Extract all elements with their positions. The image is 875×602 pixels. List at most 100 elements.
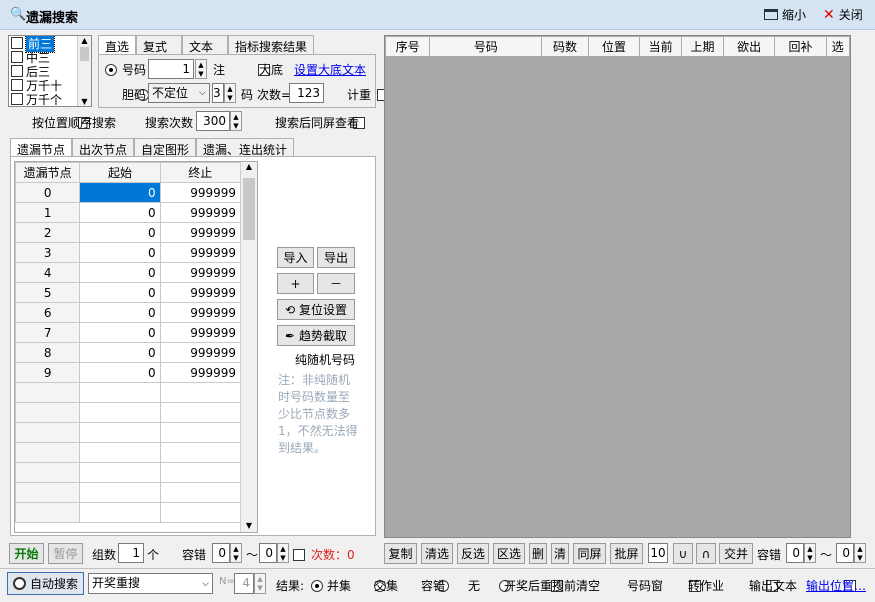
mode-select[interactable]: 开奖重搜 ⌵ xyxy=(88,573,213,594)
result-col-header[interactable]: 选 xyxy=(825,36,851,57)
node-cell[interactable]: 8 xyxy=(15,342,81,363)
result-col-header[interactable]: 上期 xyxy=(681,36,725,57)
dan-num-input[interactable]: 3 xyxy=(212,83,224,103)
n-input[interactable]: 4 xyxy=(234,573,254,594)
node-cell[interactable]: 1 xyxy=(15,202,81,223)
list-item-checkbox[interactable] xyxy=(11,79,23,91)
node-cell[interactable]: 2 xyxy=(15,222,81,243)
list-item-checkbox[interactable] xyxy=(11,51,23,63)
node-cell[interactable]: 0 xyxy=(15,182,81,203)
dan-select[interactable]: 不定位 ⌵ xyxy=(148,83,210,103)
category-list[interactable]: 前三 中三 后三 万千十 万千个 ▲ ▼ xyxy=(8,35,92,107)
rc-from-stepper-right[interactable]: ▲ ▼ xyxy=(804,543,816,563)
reset-button[interactable]: ⟲ 复位设置 xyxy=(277,299,355,320)
result-col-header[interactable]: 号码 xyxy=(429,36,543,57)
result-col-header[interactable]: 序号 xyxy=(384,36,431,57)
node-cell[interactable]: 3 xyxy=(15,242,81,263)
end-cell[interactable]: 999999 xyxy=(159,262,242,283)
start-cell[interactable]: 0 xyxy=(79,282,161,303)
rc-to-input-right[interactable]: 0 xyxy=(836,543,854,563)
end-cell[interactable]: 999999 xyxy=(159,202,242,223)
start-cell[interactable]: 0 xyxy=(79,322,161,343)
table-row[interactable]: 9 0 999999 xyxy=(15,362,242,383)
table-row[interactable]: 5 0 999999 xyxy=(15,282,242,303)
start-cell[interactable]: 0 xyxy=(79,262,161,283)
start-cell[interactable]: 0 xyxy=(79,242,161,263)
table-row[interactable]: 0 0 999999 xyxy=(15,182,242,203)
set-dadi-link[interactable]: 设置大底文本 xyxy=(294,61,366,78)
pause-button[interactable]: 暂停 xyxy=(48,543,83,564)
dan-num-stepper[interactable]: ▲ ▼ xyxy=(224,83,236,103)
count-input[interactable]: 123 xyxy=(289,83,324,103)
auto-search-button[interactable]: 自动搜索 xyxy=(7,572,84,595)
close-button[interactable]: ✕ 关闭 xyxy=(823,6,863,23)
end-cell[interactable]: 999999 xyxy=(159,302,242,323)
union-radio[interactable] xyxy=(311,579,323,592)
list-scrollbar[interactable]: ▲ ▼ xyxy=(77,36,91,106)
toolbar-button[interactable]: 复制 xyxy=(384,543,417,564)
pi-input[interactable]: 10 xyxy=(648,543,668,563)
node-cell[interactable]: 5 xyxy=(15,282,81,303)
table-row[interactable]: 3 0 999999 xyxy=(15,242,242,263)
code-radio[interactable] xyxy=(105,63,117,76)
remove-row-button[interactable]: － xyxy=(317,273,355,294)
end-cell[interactable]: 999999 xyxy=(159,282,242,303)
node-cell[interactable]: 7 xyxy=(15,322,81,343)
rc-from-input[interactable]: 0 xyxy=(212,543,230,563)
rc-to-input[interactable]: 0 xyxy=(259,543,277,563)
rc-to-stepper[interactable]: ▲ ▼ xyxy=(277,543,289,563)
end-cell[interactable]: 999999 xyxy=(159,222,242,243)
add-row-button[interactable]: + xyxy=(277,273,314,294)
export-button[interactable]: 导出 xyxy=(317,247,355,268)
start-cell[interactable]: 0 xyxy=(79,202,161,223)
table-row[interactable]: 1 0 999999 xyxy=(15,202,242,223)
list-item-checkbox[interactable] xyxy=(11,65,23,77)
end-cell[interactable]: 999999 xyxy=(159,342,242,363)
node-cell[interactable]: 6 xyxy=(15,302,81,323)
result-col-header[interactable]: 码数 xyxy=(541,36,589,57)
node-cell[interactable]: 4 xyxy=(15,262,81,283)
intersect-button[interactable]: ∩ xyxy=(696,543,716,564)
toolbar-button[interactable]: 反选 xyxy=(457,543,489,564)
toolbar-button[interactable]: 同屏 xyxy=(573,543,606,564)
table-row[interactable]: 8 0 999999 xyxy=(15,342,242,363)
toolbar-button[interactable]: 清 xyxy=(551,543,569,564)
end-cell[interactable]: 999999 xyxy=(159,182,242,203)
search-count-stepper[interactable]: ▲ ▼ xyxy=(230,111,242,131)
result-col-header[interactable]: 回补 xyxy=(774,36,827,57)
code-input[interactable]: 1 xyxy=(148,59,194,79)
toolbar-button[interactable]: 批屏 xyxy=(610,543,643,564)
table-row[interactable]: 7 0 999999 xyxy=(15,322,242,343)
start-cell[interactable]: 0 xyxy=(79,362,161,383)
toolbar-button[interactable]: 区选 xyxy=(493,543,525,564)
code-stepper[interactable]: ▲ ▼ xyxy=(195,59,207,79)
start-cell[interactable]: 0 xyxy=(79,302,161,323)
toolbar-button[interactable]: 清选 xyxy=(421,543,453,564)
group-input[interactable]: 1 xyxy=(118,543,144,563)
start-cell[interactable]: 0 xyxy=(79,342,161,363)
node-cell[interactable]: 9 xyxy=(15,362,81,383)
start-button[interactable]: 开始 xyxy=(9,543,44,564)
end-cell[interactable]: 999999 xyxy=(159,242,242,263)
trend-button[interactable]: ✒ 趋势截取 xyxy=(277,325,355,346)
n-stepper[interactable]: ▲ ▼ xyxy=(254,573,266,594)
union-button[interactable]: ∪ xyxy=(673,543,693,564)
rc-to-stepper-right[interactable]: ▲ ▼ xyxy=(854,543,866,563)
table-row[interactable]: 2 0 999999 xyxy=(15,222,242,243)
result-col-header[interactable]: 欲出 xyxy=(723,36,776,57)
result-col-header[interactable]: 当前 xyxy=(639,36,683,57)
minimize-button[interactable]: 缩小 xyxy=(764,6,806,23)
table-row[interactable]: 6 0 999999 xyxy=(15,302,242,323)
toolbar-button[interactable]: 删 xyxy=(529,543,547,564)
list-item-checkbox[interactable] xyxy=(11,93,23,105)
rongcuo-checkbox[interactable] xyxy=(292,548,305,561)
search-count-input[interactable]: 300 xyxy=(196,111,230,131)
rc-from-stepper[interactable]: ▲ ▼ xyxy=(230,543,242,563)
import-button[interactable]: 导入 xyxy=(277,247,314,268)
output-location-link[interactable]: 输出位置… xyxy=(806,577,866,594)
start-cell[interactable]: 0 xyxy=(79,222,161,243)
table-row[interactable]: 4 0 999999 xyxy=(15,262,242,283)
rc-from-input-right[interactable]: 0 xyxy=(786,543,804,563)
result-table[interactable]: 序号 号码 码数 位置 当前 上期 欲出 回补选 xyxy=(384,35,851,538)
merge-button[interactable]: 交并 xyxy=(719,543,753,564)
